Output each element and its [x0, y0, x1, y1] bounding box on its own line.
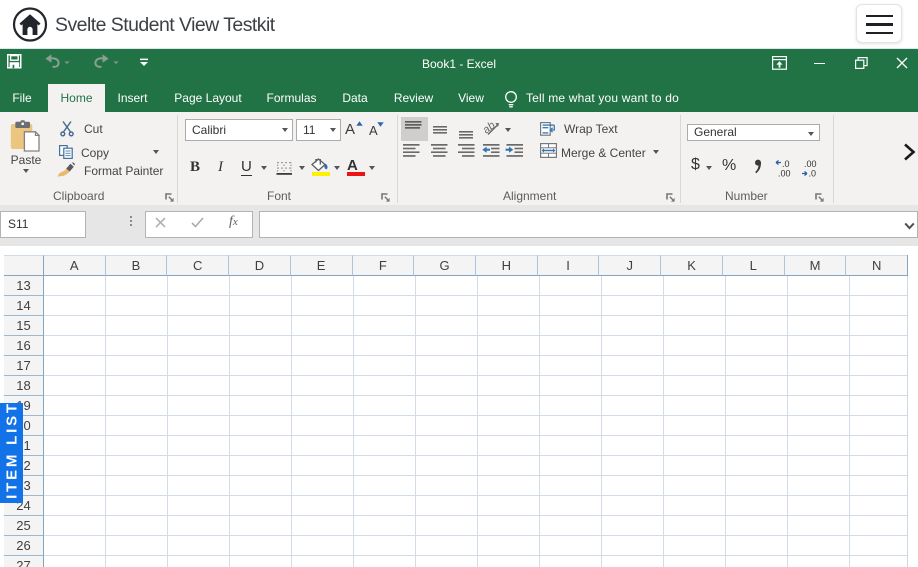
svg-text:.00: .00 — [804, 159, 817, 169]
svg-text:.0: .0 — [782, 159, 790, 169]
svg-text:.0: .0 — [809, 169, 817, 179]
svg-text:.00: .00 — [778, 169, 791, 179]
